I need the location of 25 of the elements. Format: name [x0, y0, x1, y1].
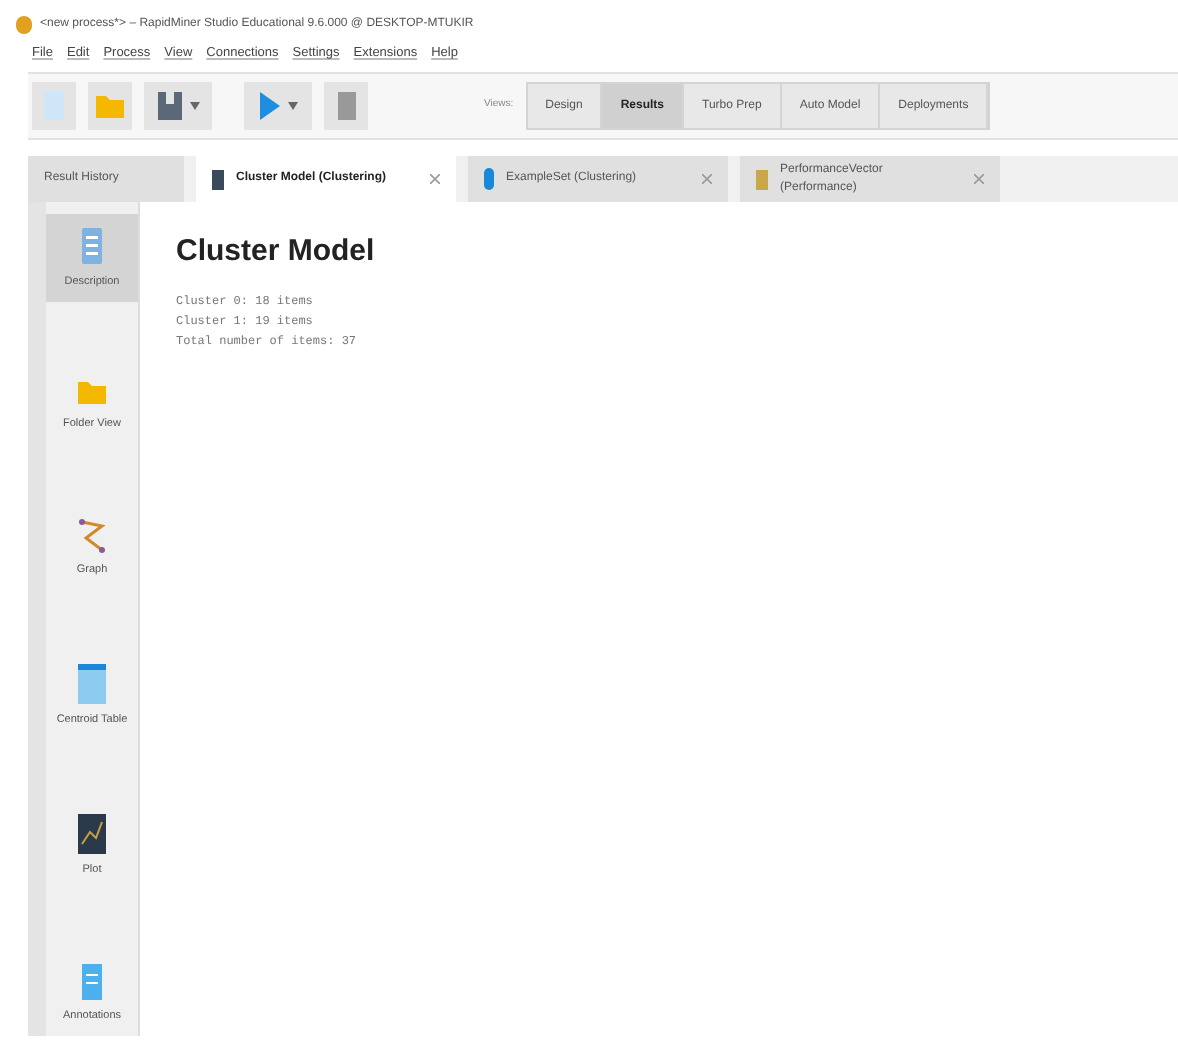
plot-icon — [78, 814, 106, 854]
performance-icon — [756, 169, 768, 189]
graph-icon — [76, 518, 108, 554]
stop-icon — [337, 92, 355, 120]
play-icon — [259, 92, 279, 120]
table-icon — [78, 664, 106, 704]
close-icon[interactable] — [702, 174, 712, 184]
content-title: Cluster Model — [176, 232, 377, 272]
sidebar-scrollbar[interactable] — [28, 202, 46, 1036]
data-icon — [484, 168, 494, 190]
model-icon — [212, 169, 224, 189]
open-button[interactable] — [88, 82, 132, 130]
close-icon[interactable] — [974, 174, 984, 184]
save-button[interactable] — [144, 82, 212, 130]
folder-icon — [76, 376, 108, 408]
document-icon — [82, 964, 102, 1000]
caret-icon — [287, 102, 297, 110]
run-button[interactable] — [244, 82, 312, 130]
caret-icon — [189, 102, 199, 110]
stop-button[interactable] — [324, 82, 368, 130]
app-icon — [16, 15, 32, 33]
folder-icon — [96, 94, 124, 118]
document-icon — [80, 226, 104, 266]
close-icon[interactable] — [430, 174, 440, 184]
save-icon — [157, 92, 181, 120]
